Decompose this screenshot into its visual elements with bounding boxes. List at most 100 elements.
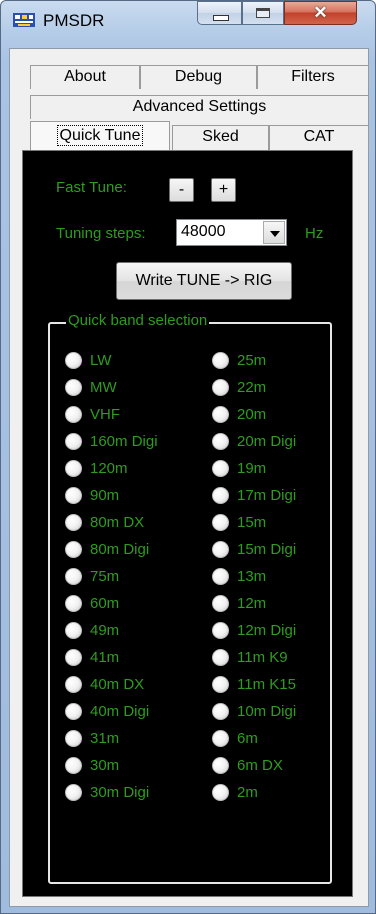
tab-about[interactable]: About [30,65,140,89]
radio-circle-icon[interactable] [65,486,82,504]
radio-circle-icon[interactable] [65,567,82,585]
band-radio[interactable]: 13m [212,566,266,586]
tuning-steps-label: Tuning steps: [56,225,146,242]
radio-circle-icon[interactable] [212,594,229,612]
tab-filters[interactable]: Filters [257,65,369,89]
band-radio[interactable]: 60m [65,593,119,613]
band-radio[interactable]: 20m Digi [212,431,296,451]
radio-circle-icon[interactable] [65,594,82,612]
band-radio[interactable]: 12m [212,593,266,613]
band-radio[interactable]: 49m [65,620,119,640]
title-bar[interactable]: PMSDR ✕ [1,1,375,41]
radio-circle-icon[interactable] [212,513,229,531]
band-radio[interactable]: 25m [212,350,266,370]
radio-circle-icon[interactable] [212,702,229,720]
band-radio[interactable]: 15m [212,512,266,532]
tab-advanced-settings[interactable]: Advanced Settings [30,95,369,119]
band-radio[interactable]: 80m DX [65,512,144,532]
band-radio[interactable]: 40m DX [65,674,144,694]
band-label: 11m K15 [237,675,296,693]
band-label: 10m Digi [237,702,297,720]
band-radio[interactable]: LW [65,350,111,370]
radio-circle-icon[interactable] [65,540,82,558]
radio-circle-icon[interactable] [212,405,229,423]
radio-circle-icon[interactable] [65,459,82,477]
radio-circle-icon[interactable] [65,378,82,396]
radio-circle-icon[interactable] [212,378,229,396]
band-radio[interactable]: VHF [65,404,120,424]
band-label: LW [90,351,112,369]
tab-quick-tune[interactable]: Quick Tune [30,121,170,151]
band-label: 40m Digi [90,702,150,720]
radio-circle-icon[interactable] [65,729,82,747]
radio-circle-icon[interactable] [212,459,229,477]
band-radio[interactable]: 2m [212,782,258,802]
radio-circle-icon[interactable] [65,621,82,639]
band-radio[interactable]: 6m DX [212,755,283,775]
radio-circle-icon[interactable] [212,621,229,639]
pmsdr-app-icon[interactable] [13,11,35,29]
band-label: 12m Digi [237,621,297,639]
band-radio[interactable]: 20m [212,404,266,424]
radio-circle-icon[interactable] [65,405,82,423]
band-radio[interactable]: 6m [212,728,258,748]
maximize-button[interactable] [242,1,284,25]
radio-circle-icon[interactable] [65,675,82,693]
app-window: PMSDR ✕ About Debug Filters Advanced Set… [0,0,376,914]
radio-circle-icon[interactable] [212,729,229,747]
band-radio[interactable]: MW [65,377,117,397]
write-tune-to-rig-button[interactable]: Write TUNE -> RIG [116,262,292,300]
band-radio[interactable]: 19m [212,458,266,478]
tuning-steps-select[interactable]: 48000 [176,219,287,246]
fast-tune-plus-button[interactable]: + [211,178,236,202]
band-radio[interactable]: 40m Digi [65,701,149,721]
band-label: 31m [90,729,120,747]
band-radio[interactable]: 11m K15 [212,674,296,694]
band-radio[interactable]: 22m [212,377,266,397]
band-label: 30m [90,756,120,774]
radio-circle-icon[interactable] [65,756,82,774]
band-radio[interactable]: 31m [65,728,119,748]
minimize-button[interactable] [197,1,242,25]
maximize-icon [256,8,270,18]
band-label: 25m [237,351,267,369]
radio-circle-icon[interactable] [65,513,82,531]
band-radio[interactable]: 30m [65,755,119,775]
band-radio[interactable]: 11m K9 [212,647,288,667]
tab-debug[interactable]: Debug [140,65,257,89]
radio-circle-icon[interactable] [212,351,229,369]
fast-tune-minus-button[interactable]: - [169,178,194,202]
band-radio[interactable]: 75m [65,566,119,586]
band-label: 120m [90,459,128,477]
band-radio[interactable]: 30m Digi [65,782,149,802]
radio-circle-icon[interactable] [212,783,229,801]
band-radio[interactable]: 120m [65,458,128,478]
band-radio[interactable]: 90m [65,485,119,505]
radio-circle-icon[interactable] [65,702,82,720]
band-radio[interactable]: 12m Digi [212,620,296,640]
radio-circle-icon[interactable] [212,540,229,558]
band-label: 2m [237,783,258,801]
radio-circle-icon[interactable] [212,486,229,504]
band-radio[interactable]: 160m Digi [65,431,158,451]
chevron-down-icon[interactable] [263,221,285,244]
radio-circle-icon[interactable] [212,648,229,666]
radio-circle-icon[interactable] [212,675,229,693]
band-radio[interactable]: 17m Digi [212,485,296,505]
radio-circle-icon[interactable] [65,783,82,801]
tab-sked[interactable]: Sked [172,125,269,150]
tab-cat[interactable]: CAT [269,125,369,150]
radio-circle-icon[interactable] [65,432,82,450]
radio-circle-icon[interactable] [65,648,82,666]
band-radio[interactable]: 41m [65,647,119,667]
radio-circle-icon[interactable] [65,351,82,369]
radio-circle-icon[interactable] [212,756,229,774]
band-radio[interactable]: 10m Digi [212,701,296,721]
band-label: 80m DX [90,513,145,531]
band-label: 90m [90,486,120,504]
radio-circle-icon[interactable] [212,432,229,450]
radio-circle-icon[interactable] [212,567,229,585]
band-radio[interactable]: 15m Digi [212,539,296,559]
band-radio[interactable]: 80m Digi [65,539,149,559]
close-button[interactable]: ✕ [284,1,357,25]
